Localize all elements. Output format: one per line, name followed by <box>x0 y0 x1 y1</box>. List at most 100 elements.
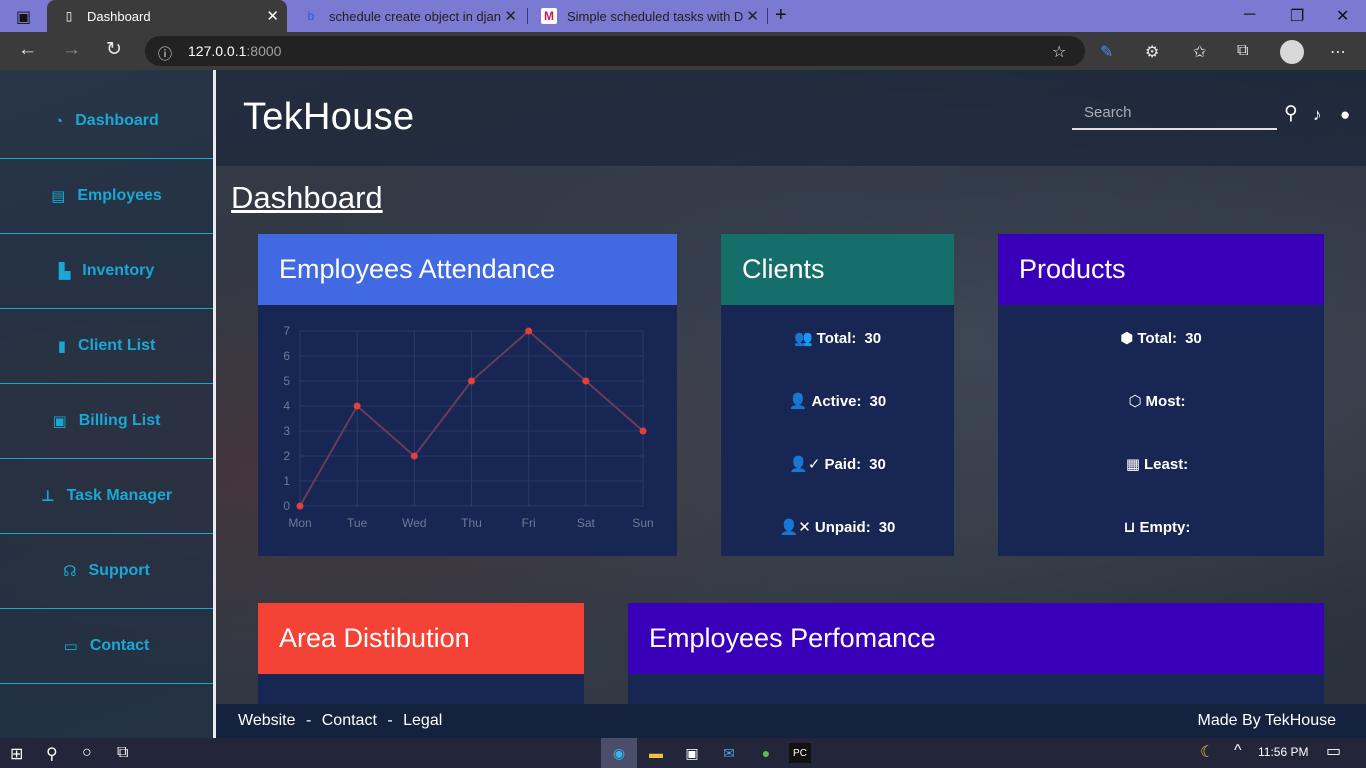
medium-icon: M <box>541 8 557 24</box>
footer-credit: Made By TekHouse <box>1197 712 1336 729</box>
data-point <box>353 402 361 410</box>
cube-icon: ⬡ <box>1128 393 1142 410</box>
x-tick-label: Sat <box>577 516 596 530</box>
footer-link-website[interactable]: Website <box>238 712 296 729</box>
pen-extension-icon[interactable]: ✎ <box>1100 42 1113 62</box>
favorite-add-icon[interactable]: ☆ <box>1052 42 1066 62</box>
sidebar-item-support[interactable]: ☊ Support <box>0 534 213 609</box>
address-book-icon: ▮ <box>57 338 66 355</box>
x-tick-label: Wed <box>402 516 426 530</box>
close-tab-icon[interactable]: ✕ <box>266 7 279 25</box>
sidebar-item-inventory[interactable]: ▙ Inventory <box>0 234 213 309</box>
footer: Website - Contact - Legal Made By TekHou… <box>216 704 1366 738</box>
y-tick-label: 4 <box>283 399 290 413</box>
clients-total: 👥 Total: 30 <box>793 330 882 347</box>
user-check-icon: 👤✓ <box>789 456 821 473</box>
sidebar-item-client-list[interactable]: ▮ Client List <box>0 309 213 384</box>
close-tab-icon[interactable]: ✕ <box>746 7 759 25</box>
reload-icon[interactable]: ↻ <box>106 40 122 60</box>
bing-icon: b <box>307 9 315 23</box>
extensions-icon[interactable]: ⚙ <box>1145 42 1159 62</box>
y-tick-label: 2 <box>283 449 290 463</box>
clients-active: 👤 Active: 30 <box>788 393 887 410</box>
restore-icon[interactable]: ❐ <box>1290 6 1304 26</box>
y-tick-label: 0 <box>283 499 290 513</box>
attendance-line-chart: 0 1 2 3 4 5 6 7 Mon Tue Wed Thu Fri Sat Sun <box>283 324 653 530</box>
y-tick-label: 6 <box>283 349 290 363</box>
new-tab-icon[interactable]: + <box>775 4 787 27</box>
search-input[interactable] <box>1072 96 1277 130</box>
sidebar-item-contact[interactable]: ▭ Contact <box>0 609 213 684</box>
pycharm-icon[interactable]: PC <box>789 743 811 763</box>
close-tab-icon[interactable]: ✕ <box>504 7 517 25</box>
data-point <box>468 377 475 385</box>
weather-icon: ☾ <box>1200 744 1215 761</box>
y-tick-label: 7 <box>283 324 290 338</box>
search-icon[interactable]: ⚲ <box>46 744 58 764</box>
sidebar-item-task-manager[interactable]: ⊥ Task Manager <box>0 459 213 534</box>
tab-actions-icon[interactable]: ▣ <box>16 7 31 27</box>
performance-card: Employees Perfomance <box>628 603 1324 704</box>
search-icon[interactable]: ⚲ <box>1284 102 1298 125</box>
sidebar-item-dashboard[interactable]: ◔ Dashboard <box>0 84 213 159</box>
products-empty: ⊔ Empty: <box>1123 519 1191 536</box>
collections-icon[interactable]: ⧉ <box>1237 42 1248 60</box>
more-icon[interactable]: ⋯ <box>1330 42 1346 62</box>
notification-icon[interactable]: ▭ <box>1326 741 1341 761</box>
chalkboard-user-icon: ▭ <box>63 638 78 655</box>
clients-card-header: Clients <box>721 234 954 305</box>
edge-taskbar-icon[interactable]: ◉ <box>601 738 637 768</box>
file-explorer-icon[interactable]: ▬ <box>642 741 670 765</box>
clients-unpaid: 👤✕ Unpaid: 30 <box>779 519 896 536</box>
y-tick-label: 1 <box>283 474 290 488</box>
chevron-up-icon[interactable]: ^ <box>1234 742 1242 760</box>
box-icon: ▦ <box>1125 456 1140 473</box>
sidebar-divider <box>213 70 216 738</box>
favorites-icon[interactable]: ✩ <box>1193 42 1206 62</box>
box-open-icon: ⊔ <box>1123 519 1136 536</box>
tab-schedule[interactable]: b schedule create object in django ✕ <box>289 0 525 32</box>
close-window-icon[interactable]: ✕ <box>1336 6 1349 26</box>
tab-scheduled-tasks[interactable]: M Simple scheduled tasks with Djar ✕ <box>527 0 767 32</box>
store-icon[interactable]: ▣ <box>678 741 706 765</box>
utorrent-icon[interactable]: ● <box>752 741 780 765</box>
page-title: Dashboard <box>231 180 383 215</box>
mail-icon[interactable]: ✉ <box>715 741 743 765</box>
clients-paid: 👤✓ Paid: 30 <box>789 456 886 473</box>
x-tick-label: Fri <box>522 516 536 530</box>
clients-card: Clients 👥 Total: 30 👤 Active: 30 👤✓ Paid: 30 👤… <box>721 234 954 556</box>
footer-link-contact[interactable]: Contact <box>322 712 377 729</box>
tab-dashboard[interactable]: ▯ Dashboard ✕ <box>47 0 287 32</box>
y-tick-label: 5 <box>283 374 290 388</box>
attendance-card: Employees Attendance 0 1 2 3 4 5 6 7 Mon Tue Wed Th… <box>258 234 677 556</box>
gauge-icon: ◔ <box>54 112 64 130</box>
cubes-icon: ⬢ <box>1120 330 1134 347</box>
money-bill-icon: ▣ <box>52 413 67 430</box>
data-point <box>639 427 647 435</box>
profile-avatar[interactable] <box>1280 40 1304 64</box>
cortana-icon[interactable]: ○ <box>82 744 92 762</box>
url-text: 127.0.0.1:8000 <box>188 43 282 59</box>
minimize-icon[interactable]: ─ <box>1244 6 1255 24</box>
attendance-card-header: Employees Attendance <box>258 234 677 305</box>
url-field[interactable] <box>145 36 1085 66</box>
bell-icon[interactable]: ♪ <box>1313 105 1322 125</box>
windows-start-icon[interactable]: ⊞ <box>10 744 23 764</box>
sidebar-item-employees[interactable]: ▤ Employees <box>0 159 213 234</box>
x-tick-label: Sun <box>632 516 653 530</box>
footer-link-legal[interactable]: Legal <box>403 712 442 729</box>
y-tick-label: 3 <box>283 424 290 438</box>
back-icon[interactable]: ← <box>18 40 37 60</box>
task-view-icon[interactable]: ⧉ <box>117 744 128 762</box>
thumbtack-icon: ⊥ <box>40 488 55 505</box>
info-icon[interactable]: ⓘ <box>158 44 172 64</box>
products-card: Products ⬢ Total: 30 ⬡ Most: ▦ Least: ⊔ Empty… <box>998 234 1324 556</box>
brand-logo-text: TekHouse <box>243 96 415 138</box>
sidebar-item-billing-list[interactable]: ▣ Billing List <box>0 384 213 459</box>
forward-icon[interactable]: → <box>62 40 81 60</box>
products-least: ▦ Least: <box>1125 456 1189 473</box>
user-icon[interactable]: ● <box>1340 105 1350 125</box>
area-card-header: Area Distibution <box>258 603 584 674</box>
user-icon: 👤 <box>788 393 808 410</box>
x-tick-label: Thu <box>461 516 482 530</box>
